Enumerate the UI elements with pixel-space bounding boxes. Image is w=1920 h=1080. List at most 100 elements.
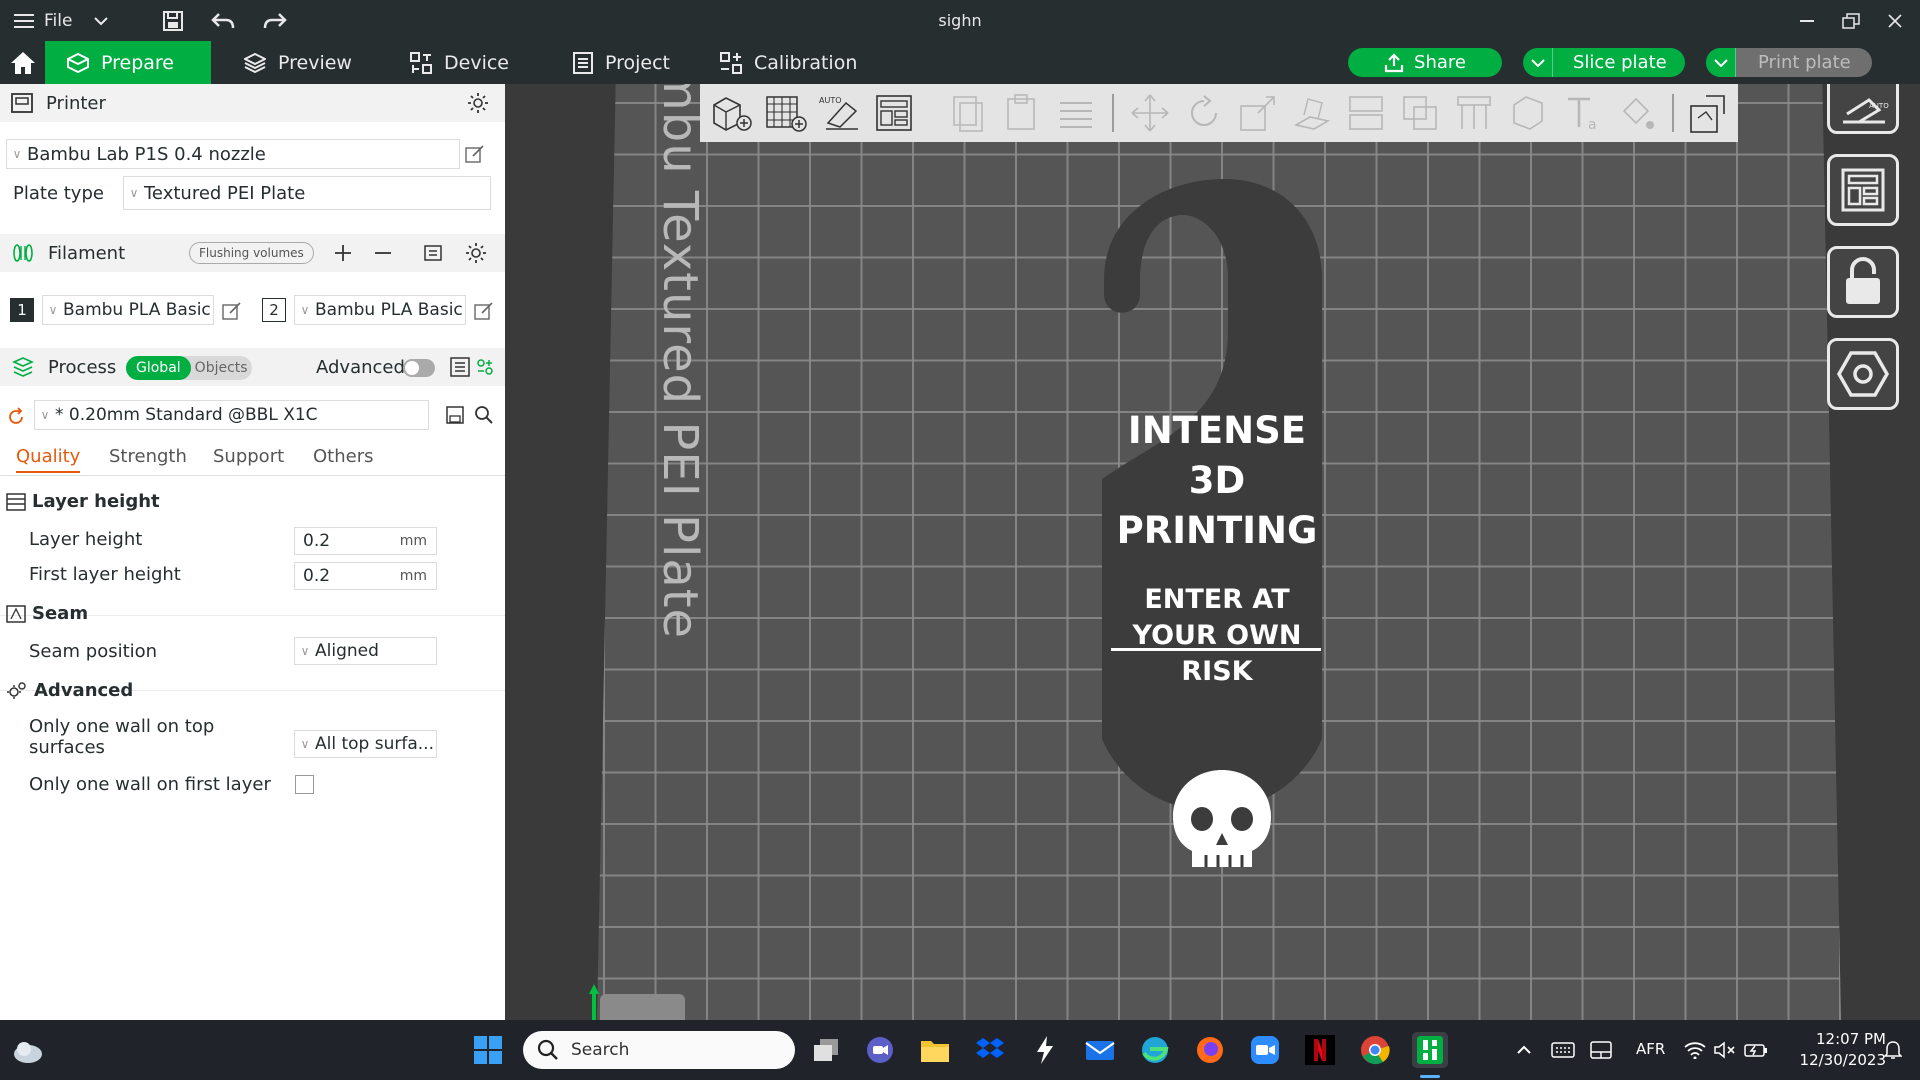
search-preset-icon[interactable] <box>474 405 494 425</box>
tab-prepare[interactable]: Prepare <box>45 41 211 84</box>
restore-icon[interactable] <box>1836 8 1866 34</box>
close-icon[interactable] <box>1880 8 1910 34</box>
first-layer-height-input[interactable]: 0.2 mm <box>294 562 437 590</box>
chat-icon[interactable] <box>862 1032 898 1068</box>
slice-plate-button[interactable]: Slice plate <box>1523 48 1685 77</box>
touchpad-icon[interactable] <box>1584 1032 1618 1068</box>
auto-orient-view-icon[interactable]: AUTO <box>1827 84 1899 134</box>
move-icon[interactable] <box>1126 89 1174 137</box>
lay-on-face-icon[interactable] <box>1288 89 1336 137</box>
arrange-icon[interactable] <box>870 89 918 137</box>
3d-viewport[interactable]: mbu Textured PEI Plate AUTO a AUTO INTEN… <box>505 84 1920 1020</box>
battery-charging-icon[interactable] <box>1740 1032 1772 1068</box>
layer-height-group-title: Layer height <box>32 491 160 512</box>
notification-bell-icon[interactable] <box>1876 1032 1910 1068</box>
layer-height-input[interactable]: 0.2 mm <box>294 527 437 555</box>
settings-hex-icon[interactable] <box>1827 338 1899 410</box>
layers-icon[interactable] <box>1052 89 1100 137</box>
arrange-view-icon[interactable] <box>1827 154 1899 226</box>
add-plate-icon[interactable] <box>762 89 810 137</box>
global-option[interactable]: Global <box>126 356 191 380</box>
print-dropdown-chevron-icon[interactable] <box>1706 48 1736 77</box>
clock-time[interactable]: 12:07 PM <box>1806 1030 1886 1048</box>
weather-widget-icon[interactable] <box>10 1032 46 1068</box>
filament-slot-2-select[interactable]: ∨ Bambu PLA Basic <box>294 295 466 325</box>
save-preset-icon[interactable] <box>446 406 464 424</box>
reset-preset-icon[interactable] <box>6 407 26 427</box>
filament-settings-gear-icon[interactable] <box>465 242 487 264</box>
taskbar-search[interactable]: Search <box>523 1031 795 1069</box>
dropbox-icon[interactable] <box>972 1032 1008 1068</box>
wifi-icon[interactable] <box>1680 1032 1710 1068</box>
process-preset-select[interactable]: ∨ * 0.20mm Standard @BBL X1C <box>34 400 429 430</box>
text-tool-icon[interactable]: a <box>1558 89 1606 137</box>
home-icon[interactable] <box>0 41 45 84</box>
tab-device-label: Device <box>444 51 509 74</box>
printer-select[interactable]: ∨ Bambu Lab P1S 0.4 nozzle <box>6 139 460 169</box>
add-object-icon[interactable] <box>708 89 756 137</box>
tab-device[interactable]: Device <box>388 41 509 84</box>
task-view-icon[interactable] <box>808 1032 844 1068</box>
seam-position-select[interactable]: ∨ Aligned <box>294 637 437 665</box>
lock-icon[interactable] <box>1827 246 1899 318</box>
global-objects-toggle[interactable]: Global Objects <box>126 356 252 380</box>
share-button[interactable]: Share <box>1348 48 1502 77</box>
boolean-icon[interactable] <box>1396 89 1444 137</box>
flushing-volumes-button[interactable]: Flushing volumes <box>189 242 314 264</box>
tab-project[interactable]: Project <box>551 41 670 84</box>
rotate-icon[interactable] <box>1180 89 1228 137</box>
support-paint-icon[interactable] <box>1450 89 1498 137</box>
objects-option[interactable]: Objects <box>191 360 248 376</box>
windows-start-icon[interactable] <box>470 1032 506 1068</box>
edit-printer-icon[interactable] <box>465 144 485 164</box>
scale-icon[interactable] <box>1234 89 1282 137</box>
printer-settings-gear-icon[interactable] <box>467 92 489 114</box>
print-plate-button[interactable]: Print plate <box>1706 48 1872 77</box>
assembly-view-icon[interactable] <box>1686 89 1734 137</box>
bambu-studio-icon[interactable] <box>1412 1032 1448 1068</box>
one-wall-top-value: All top surfa... <box>315 734 434 754</box>
tab-quality[interactable]: Quality <box>16 446 81 473</box>
title-bar: File sighn <box>0 0 1920 41</box>
edit-filament-1-icon[interactable] <box>222 301 242 321</box>
tray-chevron-up-icon[interactable] <box>1504 1032 1544 1068</box>
tab-strength[interactable]: Strength <box>109 446 187 467</box>
share-label: Share <box>1414 52 1466 73</box>
netflix-icon[interactable] <box>1302 1032 1338 1068</box>
one-wall-first-checkbox[interactable] <box>295 775 314 794</box>
color-paint-icon[interactable] <box>1612 89 1660 137</box>
firefox-icon[interactable] <box>1192 1032 1228 1068</box>
zoom-icon[interactable] <box>1247 1032 1283 1068</box>
tab-calibration[interactable]: Calibration <box>698 41 857 84</box>
cut-icon[interactable] <box>1342 89 1390 137</box>
mail-icon[interactable] <box>1082 1032 1118 1068</box>
keyboard-icon[interactable] <box>1546 1032 1580 1068</box>
tab-preview[interactable]: Preview <box>222 41 352 84</box>
paste-icon[interactable] <box>998 89 1046 137</box>
edit-filament-2-icon[interactable] <box>474 301 494 321</box>
slice-dropdown-chevron-icon[interactable] <box>1523 48 1553 77</box>
process-list-icon[interactable] <box>450 357 470 377</box>
advanced-toggle[interactable] <box>403 359 435 377</box>
auto-orient-icon[interactable]: AUTO <box>816 89 864 137</box>
app-lightning-icon[interactable] <box>1027 1032 1063 1068</box>
chrome-icon[interactable] <box>1357 1032 1393 1068</box>
filament-sync-icon[interactable] <box>423 242 445 264</box>
tab-others[interactable]: Others <box>313 446 374 467</box>
file-explorer-icon[interactable] <box>917 1032 953 1068</box>
input-language[interactable]: AFR <box>1636 1040 1665 1058</box>
plate-type-select[interactable]: ∨ Textured PEI Plate <box>123 176 491 210</box>
one-wall-top-select[interactable]: ∨ All top surfa... <box>294 730 437 758</box>
remove-filament-icon[interactable] <box>374 244 392 262</box>
process-compare-icon[interactable] <box>476 358 494 376</box>
volume-muted-icon[interactable] <box>1710 1032 1740 1068</box>
plate-tab[interactable] <box>600 994 685 1020</box>
edge-icon[interactable] <box>1137 1032 1173 1068</box>
clock-date[interactable]: 12/30/2023 <box>1788 1051 1886 1069</box>
seam-paint-icon[interactable] <box>1504 89 1552 137</box>
filament-slot-1-select[interactable]: ∨ Bambu PLA Basic <box>42 295 214 325</box>
copy-icon[interactable] <box>944 89 992 137</box>
tab-support[interactable]: Support <box>213 446 284 467</box>
minimize-icon[interactable] <box>1792 8 1822 34</box>
add-filament-icon[interactable] <box>334 244 352 262</box>
